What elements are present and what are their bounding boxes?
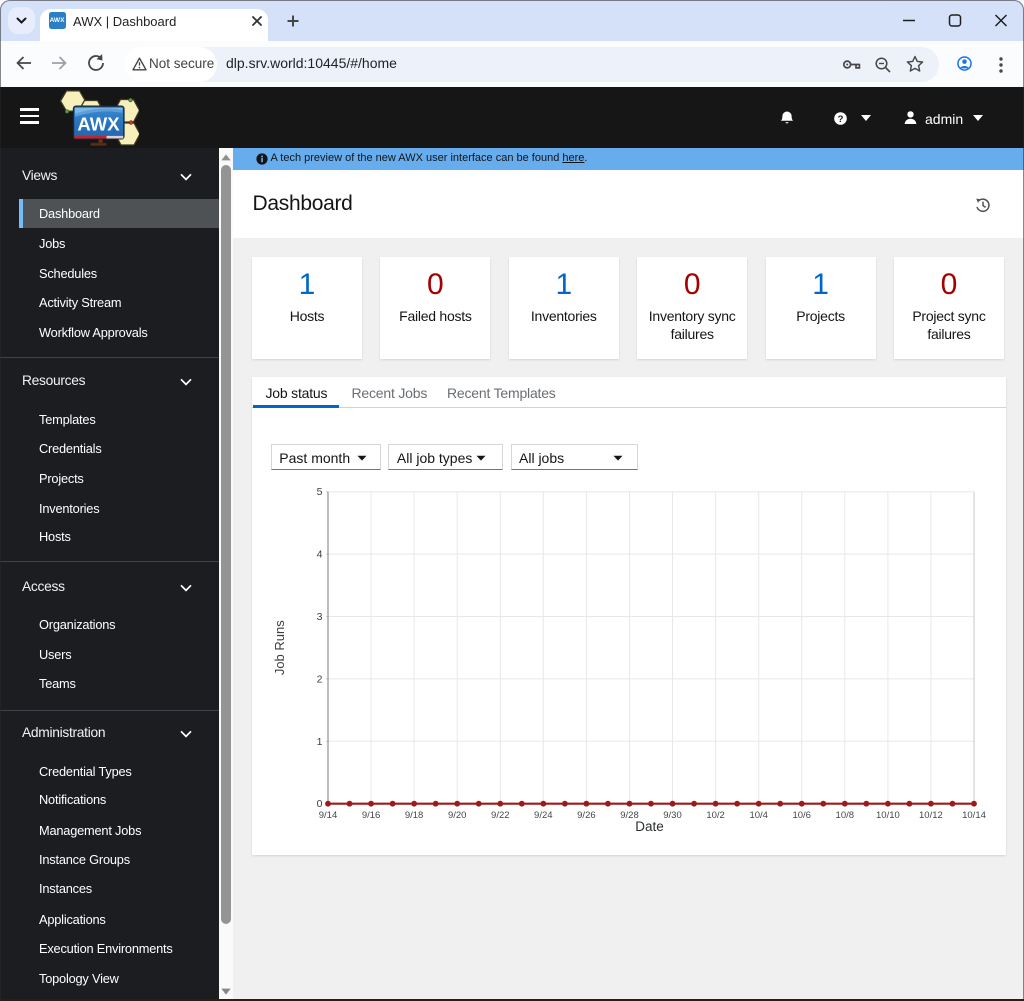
svg-text:3: 3 (316, 611, 322, 623)
svg-text:9/16: 9/16 (361, 810, 380, 821)
svg-text:0: 0 (316, 798, 322, 810)
svg-text:10/2: 10/2 (706, 810, 725, 821)
svg-text:Date: Date (635, 819, 664, 834)
svg-text:5: 5 (316, 486, 322, 498)
svg-text:9/18: 9/18 (404, 810, 423, 821)
svg-text:AWX: AWX (77, 114, 120, 135)
svg-text:4: 4 (316, 549, 322, 561)
svg-text:2: 2 (316, 673, 322, 685)
svg-text:9/24: 9/24 (534, 810, 553, 821)
svg-text:10/6: 10/6 (792, 810, 811, 821)
svg-text:9/22: 9/22 (491, 810, 510, 821)
svg-text:10/10: 10/10 (876, 810, 900, 821)
svg-text:10/12: 10/12 (919, 810, 943, 821)
svg-text:1: 1 (316, 736, 322, 748)
svg-text:9/14: 9/14 (318, 810, 337, 821)
svg-text:10/4: 10/4 (749, 810, 768, 821)
svg-text:10/8: 10/8 (835, 810, 854, 821)
svg-text:Job Runs: Job Runs (272, 620, 287, 675)
svg-text:10/14: 10/14 (962, 810, 986, 821)
svg-text:?: ? (838, 114, 844, 125)
svg-text:9/26: 9/26 (577, 810, 596, 821)
svg-text:9/30: 9/30 (663, 810, 682, 821)
svg-text:9/20: 9/20 (447, 810, 466, 821)
